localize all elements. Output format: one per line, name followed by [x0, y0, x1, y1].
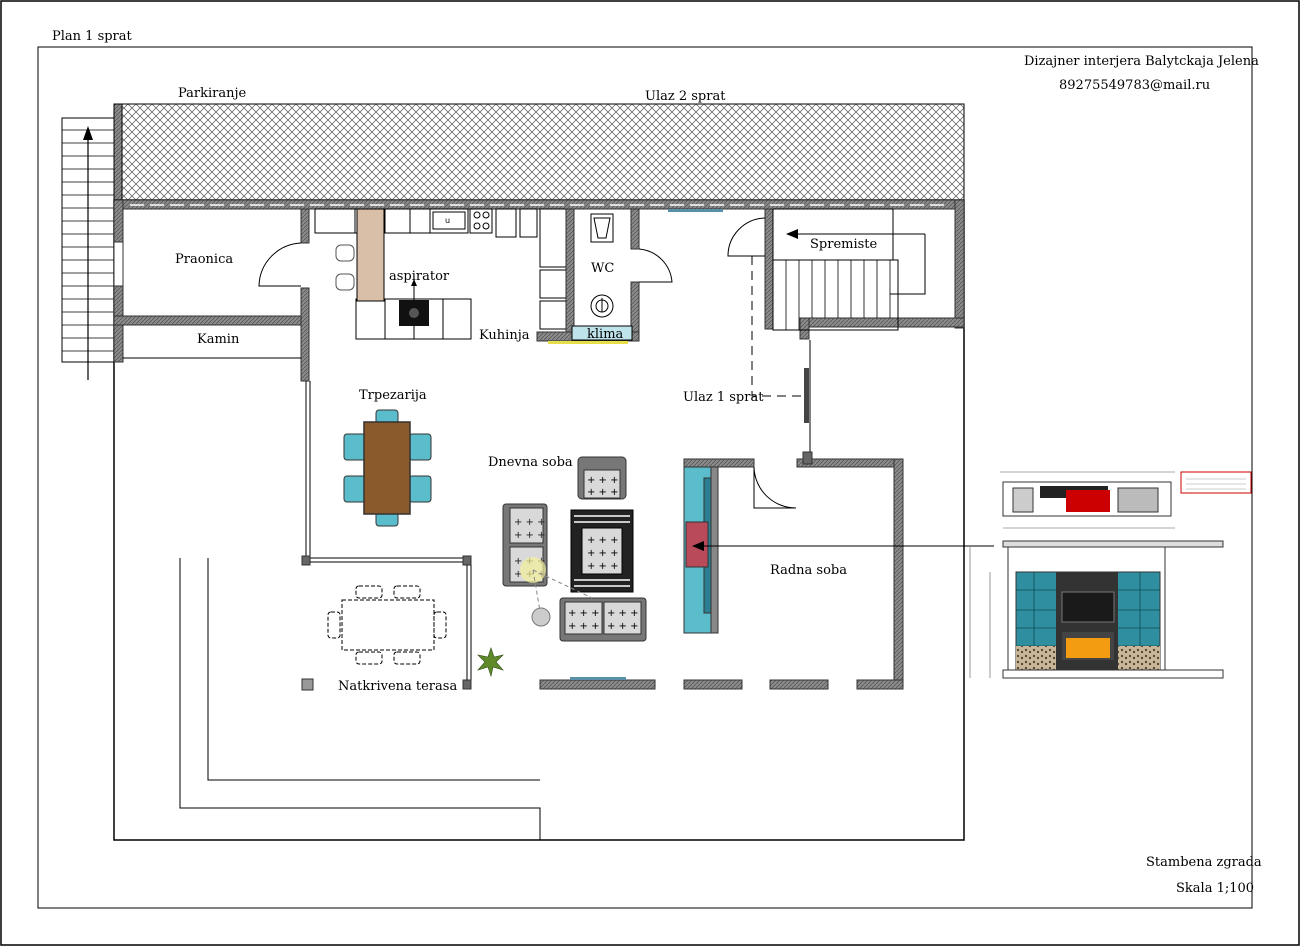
armchair-top: + + + + + + [577, 456, 627, 500]
top-wall [113, 199, 965, 210]
svg-text:+ + +: + + + [607, 621, 639, 632]
label-climate: klima [587, 327, 624, 342]
fireplace-elevation [969, 471, 1252, 679]
exterior-stair [61, 117, 115, 380]
svg-text:+ + +: + + + [514, 517, 546, 528]
svg-text:+ + +: + + + [587, 535, 619, 546]
bar-stools [335, 244, 355, 291]
designer-email: 89275549783@mail.ru [1059, 78, 1210, 93]
label-study: Radna soba [770, 563, 847, 578]
svg-text:+ + +: + + + [587, 487, 619, 498]
plant-icon [477, 647, 504, 678]
dining-table [343, 409, 432, 527]
svg-text:+ + +: + + + [514, 530, 546, 541]
label-hood: aspirator [389, 269, 450, 284]
right-wall [954, 199, 965, 329]
terrace-table [327, 585, 447, 665]
parking-roof [113, 103, 965, 201]
label-kitchen: Kuhinja [479, 328, 530, 343]
designer-name: Dizajner interjera Balytckaja Jelena [1024, 54, 1259, 69]
building-type: Stambena zgrada [1146, 855, 1262, 870]
label-storage: Spremiste [810, 237, 878, 252]
sink-icon: u [432, 211, 466, 230]
svg-text:+ + +: + + + [587, 561, 619, 572]
svg-text:u: u [445, 216, 450, 225]
label-terrace: Natkrivena terasa [338, 679, 457, 694]
label-entrance-1: Ulaz 1 sprat [683, 390, 764, 405]
terrace-post [301, 678, 314, 691]
coffee-table-rug: + + + + + + + + + [570, 509, 634, 593]
fireplace-wall [683, 466, 719, 634]
hood-strip [356, 208, 385, 302]
floor-plan-sheet: Plan 1 sprat Dizajner interjera Balytcka… [0, 0, 1300, 946]
svg-text:+ + +: + + + [568, 621, 600, 632]
label-fireplace: Kamin [197, 332, 240, 347]
svg-text:+ + +: + + + [587, 548, 619, 559]
entry-path [751, 256, 805, 397]
label-living: Dnevna soba [488, 455, 573, 470]
label-wc: WC [591, 261, 614, 276]
svg-text:+ + +: + + + [587, 475, 619, 486]
label-parking: Parkiranje [178, 86, 247, 101]
scale-label: Skala 1;100 [1176, 881, 1254, 896]
label-laundry: Praonica [175, 252, 233, 267]
label-entrance-2: Ulaz 2 sprat [645, 89, 726, 104]
label-dining: Trpezarija [359, 388, 427, 403]
svg-text:+ + +: + + + [607, 608, 639, 619]
svg-text:+ + +: + + + [568, 608, 600, 619]
loveseat: + + + + + + + + + + + + [559, 597, 647, 642]
interior-stair [727, 208, 965, 340]
plan-title: Plan 1 sprat [52, 29, 133, 44]
